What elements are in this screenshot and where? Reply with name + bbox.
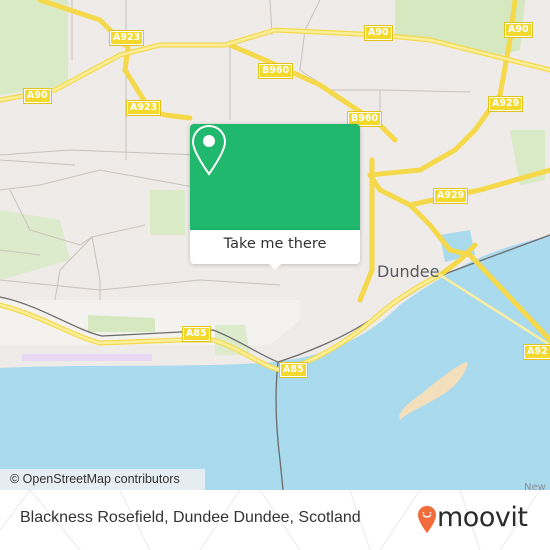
road-shield-b960: B960 (257, 63, 294, 79)
map-pin-icon (191, 124, 227, 176)
road-shield-a90: A90 (23, 88, 52, 104)
road-shield-a929: A929 (487, 96, 524, 112)
location-address: Blackness Rosefield, Dundee Dundee, Scot… (20, 509, 361, 526)
road-shield-a90: A90 (364, 25, 393, 41)
road-shield-a92: A92 (523, 344, 550, 360)
moovit-wordmark: moovit (437, 502, 528, 533)
footer-bar: Blackness Rosefield, Dundee Dundee, Scot… (0, 490, 550, 550)
road-shield-a929: A929 (432, 188, 469, 204)
moovit-pin-icon (418, 506, 436, 533)
road-shield-a85: A85 (182, 326, 211, 342)
map-attribution[interactable]: © OpenStreetMap contributors (0, 469, 205, 490)
airport-runway (22, 354, 152, 361)
park-area (150, 190, 185, 235)
popup-pointer (267, 262, 283, 270)
city-label-dundee: Dundee (377, 262, 440, 281)
park-area (0, 0, 68, 95)
location-popup: Take me there (190, 124, 360, 270)
road-shield-a85: A85 (279, 362, 308, 378)
take-me-there-button[interactable]: Take me there (190, 230, 360, 264)
popup-header (190, 124, 360, 230)
road-shield-a923: A923 (108, 30, 145, 46)
road-shield-a923: A923 (125, 100, 162, 116)
road-shield-a90: A90 (504, 22, 533, 38)
place-label-partial: New (524, 482, 546, 490)
map-view[interactable]: A923 A923 A90 A90 A90 B960 B960 A929 A92… (0, 0, 550, 490)
